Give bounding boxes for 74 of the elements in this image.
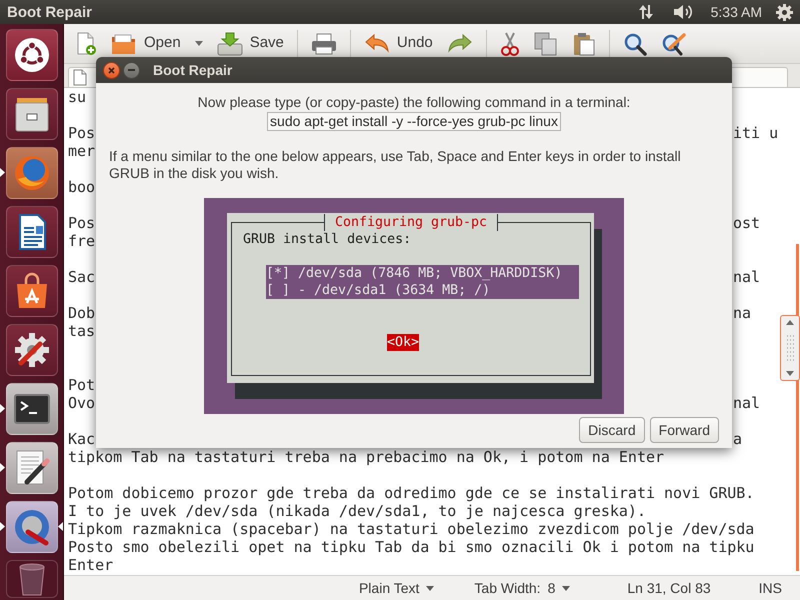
- dash-logo-icon: [14, 38, 48, 72]
- search-pencil-icon: [660, 32, 687, 56]
- save-icon: [216, 32, 243, 56]
- editor-text: Sac: [68, 268, 96, 286]
- minimize-icon: [128, 69, 135, 71]
- cursor-position: Ln 31, Col 83: [627, 578, 711, 598]
- editor-text: a: [733, 430, 742, 448]
- caret-icon: [194, 41, 203, 46]
- editor-text: Tipkom razmaknica (spacebar) na tastaturi obelezimo zvezdicom polje /dev/sda: [68, 520, 754, 538]
- editor-text: mer: [68, 142, 96, 160]
- down-arrow-icon: [786, 371, 794, 376]
- editor-text: tas: [68, 322, 96, 340]
- clock-time[interactable]: 5:33 AM: [710, 5, 762, 19]
- editor-text: nal: [733, 268, 760, 286]
- new-document-icon: [75, 32, 97, 56]
- editor-text: Pos: [68, 214, 96, 232]
- scissors-icon: [500, 30, 520, 56]
- language-menu[interactable]: Plain Text: [358, 578, 434, 598]
- editor-text: fre: [68, 232, 96, 250]
- launcher-item[interactable]: [6, 324, 58, 376]
- editor-text: boo: [68, 178, 96, 196]
- editor-text: iti u: [733, 124, 778, 142]
- editor-text: na: [733, 304, 752, 322]
- close-button[interactable]: [103, 62, 120, 78]
- launcher-item[interactable]: [6, 29, 58, 81]
- dialog-button[interactable]: Forward: [650, 417, 719, 443]
- save-button[interactable]: Save: [212, 26, 289, 60]
- editor-text: nal: [733, 394, 760, 412]
- gear-icon: [776, 4, 793, 20]
- network-arrows-icon: [638, 4, 653, 20]
- editor-text: I to je uvek /dev/sda (nikada /dev/sda1, to je najcesca greska).: [68, 502, 646, 520]
- launcher-item[interactable]: [6, 88, 58, 140]
- editor-text: Pos: [68, 124, 96, 142]
- printer-icon: [310, 32, 337, 56]
- device-option: [*] /dev/sda (7846 MB; VBOX_HARDDISK): [266, 265, 579, 282]
- editor-text: Pot: [68, 376, 96, 394]
- editor-text: tipkom Tab na tastaturi treba na prebacimo na Ok, i potom na Enter: [68, 448, 664, 466]
- editor-text: ost: [733, 214, 760, 232]
- instruction-note: If a menu similar to the one below appears, use Tab, Space and Enter keys in order to install GRUB in the disk you wish.: [109, 148, 682, 182]
- up-arrow-icon: [786, 320, 794, 325]
- minimize-button[interactable]: [123, 62, 140, 78]
- clipboard-icon: [572, 32, 596, 56]
- editor-text: Potom dobicemo prozor gde treba da odredimo gde ce se instalirati novi GRUB.: [68, 484, 754, 502]
- command-field[interactable]: sudo apt-get install -y --force-yes grub-pc linux: [267, 112, 561, 131]
- launcher-item[interactable]: [6, 206, 58, 258]
- editor-text: su: [68, 88, 86, 106]
- dialog-button[interactable]: Discard: [579, 417, 645, 443]
- instruction-text: Now please type (or copy-paste) the following command in a terminal:: [198, 94, 630, 111]
- search-icon: [622, 32, 647, 56]
- close-icon: [108, 66, 115, 74]
- caret-icon: [562, 586, 570, 590]
- folder-icon: [111, 32, 137, 56]
- editor-text: Ovo: [68, 394, 96, 412]
- editor-text: Kac: [68, 430, 96, 448]
- launcher-item[interactable]: [6, 442, 58, 494]
- insert-mode: INS: [758, 578, 782, 598]
- terminal-dialog-title: Configuring grub-pc: [324, 214, 498, 231]
- editor-text: Dob: [68, 304, 96, 322]
- dialog-title: Boot Repair: [153, 60, 232, 80]
- scroll-buttons[interactable]: [780, 315, 800, 381]
- copy-icon: [534, 32, 558, 56]
- grip-icon: [786, 335, 794, 361]
- undo-button[interactable]: Undo: [358, 26, 438, 60]
- terminal-prompt: GRUB install devices:: [243, 231, 412, 248]
- caret-icon: [426, 586, 434, 590]
- tab-width-menu[interactable]: Tab Width: 8: [474, 578, 570, 598]
- launcher-item[interactable]: [6, 383, 58, 435]
- window-title: Boot Repair: [7, 4, 92, 20]
- editor-text: Posto smo obelezili opet na tipku Tab da bi smo oznacili Ok i potom na tipku: [68, 538, 754, 556]
- volume-icon: [672, 4, 693, 20]
- editor-text: Enter: [68, 556, 114, 574]
- device-option: [ ] - /dev/sda1 (3634 MB; /): [266, 282, 579, 299]
- ok-highlight-text: <Ok>: [387, 334, 420, 351]
- launcher-item[interactable]: [6, 265, 58, 317]
